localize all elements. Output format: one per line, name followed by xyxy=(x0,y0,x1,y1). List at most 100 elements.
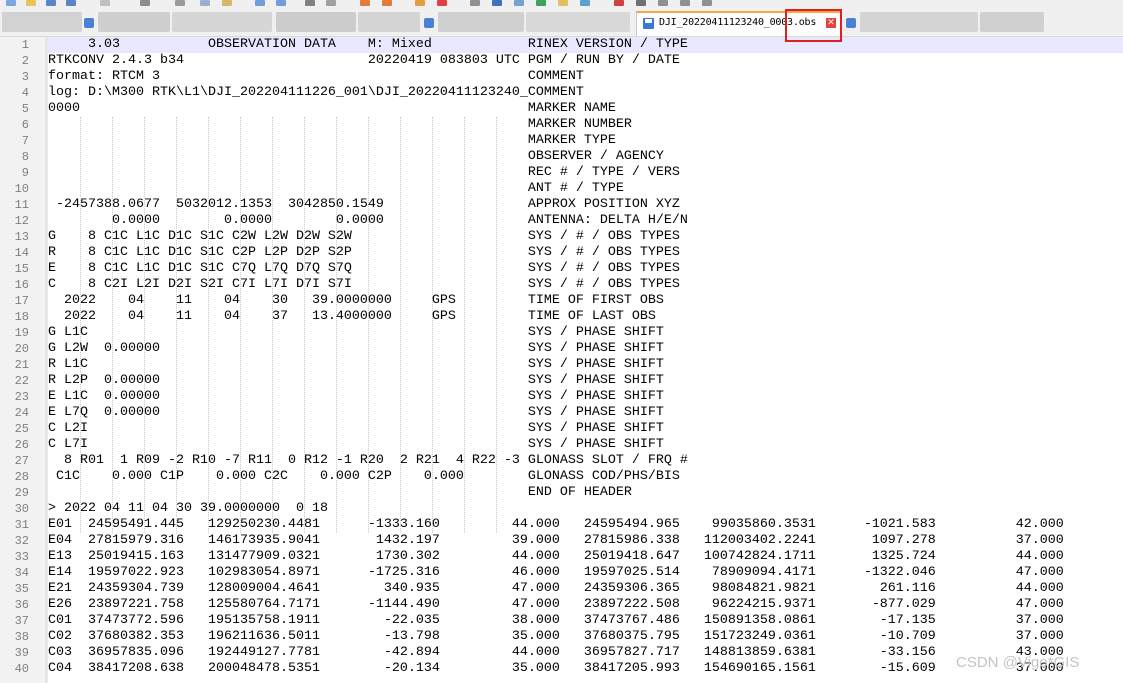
line-text[interactable]: E L1C 0.00000 SYS / PHASE SHIFT xyxy=(48,389,664,405)
new-file-icon[interactable] xyxy=(6,0,16,6)
line-text[interactable]: 0.0000 0.0000 0.0000 ANTENNA: DELTA H/E/… xyxy=(48,213,688,229)
line-text[interactable]: RTKCONV 2.4.3 b34 20220419 083803 UTC PG… xyxy=(48,53,680,69)
indent-guide-icon[interactable] xyxy=(470,0,480,6)
text-editor[interactable]: 1 3.03 OBSERVATION DATA M: Mixed RINEX V… xyxy=(0,37,1123,683)
line-text[interactable]: MARKER NUMBER xyxy=(48,117,632,133)
paste-icon[interactable] xyxy=(222,0,232,6)
line-text[interactable]: C02 37680382.353 196211636.5011 -13.798 … xyxy=(48,629,1064,645)
text-line[interactable]: 27 8 R01 1 R09 -2 R10 -7 R11 0 R12 -1 R2… xyxy=(0,453,1123,469)
tab-obscured[interactable] xyxy=(2,12,82,32)
tab-obscured[interactable] xyxy=(276,12,356,32)
find-icon[interactable] xyxy=(305,0,315,6)
text-line[interactable]: 3 format: RTCM 3 COMMENT xyxy=(0,69,1123,85)
text-line[interactable]: 29 END OF HEADER xyxy=(0,485,1123,501)
sync-scroll-icon[interactable] xyxy=(415,0,425,6)
undo-icon[interactable] xyxy=(255,0,265,6)
run-macro-icon[interactable] xyxy=(680,0,690,6)
line-text[interactable]: 3.03 OBSERVATION DATA M: Mixed RINEX VER… xyxy=(48,37,688,53)
text-line[interactable]: 36 E26 23897221.758 125580764.7171 -1144.… xyxy=(0,597,1123,613)
doc-map-icon[interactable] xyxy=(514,0,524,6)
text-line[interactable]: 39 C03 36957835.096 192449127.7781 -42.89… xyxy=(0,645,1123,661)
line-text[interactable]: 2022 04 11 04 30 39.0000000 GPS TIME OF … xyxy=(48,293,664,309)
line-text[interactable]: R L1C SYS / PHASE SHIFT xyxy=(48,357,664,373)
wrap-icon[interactable] xyxy=(437,0,447,6)
folder-workspace-icon[interactable] xyxy=(558,0,568,6)
tab-obscured[interactable] xyxy=(526,12,630,32)
text-line[interactable]: 37 C01 37473772.596 195135758.1911 -22.03… xyxy=(0,613,1123,629)
line-text[interactable]: C04 38417208.638 200048478.5351 -20.134 … xyxy=(48,661,1064,677)
text-line[interactable]: 23 E L1C 0.00000 SYS / PHASE SHIFT xyxy=(0,389,1123,405)
tab-obscured[interactable] xyxy=(980,12,1044,32)
text-line[interactable]: 1 3.03 OBSERVATION DATA M: Mixed RINEX V… xyxy=(0,37,1123,53)
redo-icon[interactable] xyxy=(276,0,286,6)
text-line[interactable]: 5 0000 MARKER NAME xyxy=(0,101,1123,117)
replace-icon[interactable] xyxy=(326,0,336,6)
tab-obscured[interactable] xyxy=(358,12,420,32)
line-text[interactable]: G 8 C1C L1C D1C S1C C2W L2W D2W S2W SYS … xyxy=(48,229,680,245)
stop-macro-icon[interactable] xyxy=(636,0,646,6)
line-text[interactable]: G L1C SYS / PHASE SHIFT xyxy=(48,325,664,341)
line-text[interactable]: G L2W 0.00000 SYS / PHASE SHIFT xyxy=(48,341,664,357)
line-text[interactable]: 2022 04 11 04 37 13.4000000 GPS TIME OF … xyxy=(48,309,656,325)
line-text[interactable]: C L7I SYS / PHASE SHIFT xyxy=(48,437,664,453)
cut-icon[interactable] xyxy=(175,0,185,6)
open-file-icon[interactable] xyxy=(26,0,36,6)
line-text[interactable]: log: D:\M300 RTK\L1\DJI_202204111226_001… xyxy=(48,85,584,101)
text-line[interactable]: 40 C04 38417208.638 200048478.5351 -20.13… xyxy=(0,661,1123,677)
text-line[interactable]: 35 E21 24359304.739 128009004.4641 340.93… xyxy=(0,581,1123,597)
text-line[interactable]: 8 OBSERVER / AGENCY xyxy=(0,149,1123,165)
text-line[interactable]: 11 -2457388.0677 5032012.1353 3042850.15… xyxy=(0,197,1123,213)
text-line[interactable]: 33 E13 25019415.163 131477909.0321 1730.3… xyxy=(0,549,1123,565)
line-text[interactable]: C L2I SYS / PHASE SHIFT xyxy=(48,421,664,437)
text-line[interactable]: 6 MARKER NUMBER xyxy=(0,117,1123,133)
line-text[interactable]: E21 24359304.739 128009004.4641 340.935 … xyxy=(48,581,1064,597)
show-all-chars-icon[interactable] xyxy=(492,0,502,6)
line-text[interactable]: C01 37473772.596 195135758.1911 -22.035 … xyxy=(48,613,1064,629)
text-line[interactable]: 16 C 8 C2I L2I D2I S2I C7I L7I D7I S7I SY… xyxy=(0,277,1123,293)
text-line[interactable]: 14 R 8 C1C L1C D1C S1C C2P L2P D2P S2P SY… xyxy=(0,245,1123,261)
line-text[interactable]: > 2022 04 11 04 30 39.0000000 0 18 xyxy=(48,501,328,517)
close-file-icon[interactable] xyxy=(100,0,110,6)
zoom-out-icon[interactable] xyxy=(382,0,392,6)
line-text[interactable]: E13 25019415.163 131477909.0321 1730.302… xyxy=(48,549,1064,565)
line-text[interactable]: 8 R01 1 R09 -2 R10 -7 R11 0 R12 -1 R20 2… xyxy=(48,453,688,469)
zoom-in-icon[interactable] xyxy=(360,0,370,6)
save-macro-icon[interactable] xyxy=(702,0,712,6)
line-text[interactable]: MARKER TYPE xyxy=(48,133,616,149)
tab-obscured[interactable] xyxy=(860,12,978,32)
text-line[interactable]: 24 E L7Q 0.00000 SYS / PHASE SHIFT xyxy=(0,405,1123,421)
line-text[interactable]: REC # / TYPE / VERS xyxy=(48,165,680,181)
line-text[interactable]: E14 19597022.923 102983054.8971 -1725.31… xyxy=(48,565,1064,581)
text-line[interactable]: 10 ANT # / TYPE xyxy=(0,181,1123,197)
text-line[interactable]: 19 G L1C SYS / PHASE SHIFT xyxy=(0,325,1123,341)
line-text[interactable]: C 8 C2I L2I D2I S2I C7I L7I D7I S7I SYS … xyxy=(48,277,680,293)
text-line[interactable]: 20 G L2W 0.00000 SYS / PHASE SHIFT xyxy=(0,341,1123,357)
line-text[interactable]: E04 27815979.316 146173935.9041 1432.197… xyxy=(48,533,1064,549)
copy-icon[interactable] xyxy=(200,0,210,6)
text-line[interactable]: 18 2022 04 11 04 37 13.4000000 GPS TIME … xyxy=(0,309,1123,325)
line-text[interactable]: E L7Q 0.00000 SYS / PHASE SHIFT xyxy=(48,405,664,421)
save-icon[interactable] xyxy=(46,0,56,6)
monitor-icon[interactable] xyxy=(580,0,590,6)
function-list-icon[interactable] xyxy=(536,0,546,6)
text-line[interactable]: 26 C L7I SYS / PHASE SHIFT xyxy=(0,437,1123,453)
line-text[interactable]: R L2P 0.00000 SYS / PHASE SHIFT xyxy=(48,373,664,389)
text-line[interactable]: 2 RTKCONV 2.4.3 b34 20220419 083803 UTC P… xyxy=(0,53,1123,69)
text-line[interactable]: 21 R L1C SYS / PHASE SHIFT xyxy=(0,357,1123,373)
save-all-icon[interactable] xyxy=(66,0,76,6)
tab-obscured[interactable] xyxy=(438,12,524,32)
text-line[interactable]: 15 E 8 C1C L1C D1C S1C C7Q L7Q D7Q S7Q SY… xyxy=(0,261,1123,277)
line-text[interactable]: E 8 C1C L1C D1C S1C C7Q L7Q D7Q S7Q SYS … xyxy=(48,261,680,277)
line-text[interactable]: 0000 MARKER NAME xyxy=(48,101,616,117)
text-line[interactable]: 30 > 2022 04 11 04 30 39.0000000 0 18 xyxy=(0,501,1123,517)
line-text[interactable]: OBSERVER / AGENCY xyxy=(48,149,664,165)
text-line[interactable]: 12 0.0000 0.0000 0.0000 ANTENNA: DELTA H… xyxy=(0,213,1123,229)
text-line[interactable]: 17 2022 04 11 04 30 39.0000000 GPS TIME … xyxy=(0,293,1123,309)
text-line[interactable]: 34 E14 19597022.923 102983054.8971 -1725.… xyxy=(0,565,1123,581)
record-macro-icon[interactable] xyxy=(614,0,624,6)
text-line[interactable]: 7 MARKER TYPE xyxy=(0,133,1123,149)
text-line[interactable]: 38 C02 37680382.353 196211636.5011 -13.79… xyxy=(0,629,1123,645)
line-text[interactable]: END OF HEADER xyxy=(48,485,632,501)
tab-obscured[interactable] xyxy=(98,12,170,32)
line-text[interactable]: -2457388.0677 5032012.1353 3042850.1549 … xyxy=(48,197,680,213)
